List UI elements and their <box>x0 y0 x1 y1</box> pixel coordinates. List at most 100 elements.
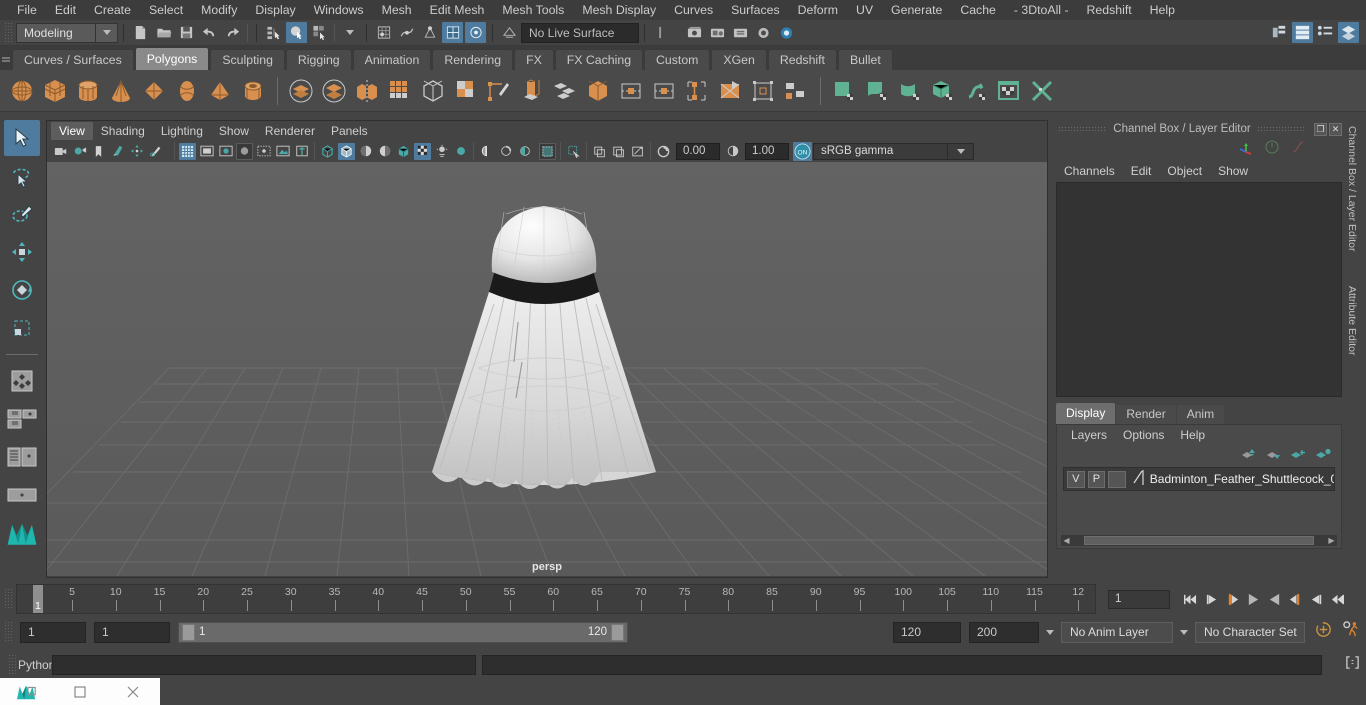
step-back-keyframe-icon[interactable] <box>1203 590 1220 609</box>
offset-edge-loop-icon[interactable] <box>747 74 778 108</box>
layer-display-type-toggle[interactable] <box>1108 470 1126 488</box>
character-set-field[interactable]: No Character Set <box>1195 621 1305 643</box>
save-scene-icon[interactable] <box>176 22 197 43</box>
anim-layer-field[interactable]: No Anim Layer <box>1061 621 1173 643</box>
shelf-tab-custom[interactable]: Custom <box>644 49 711 70</box>
render-current-frame-icon[interactable] <box>684 22 705 43</box>
anim-layer-chevron-icon[interactable] <box>1039 629 1061 635</box>
poly-sphere-icon[interactable] <box>6 74 37 108</box>
menu-generate[interactable]: Generate <box>882 0 951 20</box>
boolean-icon[interactable] <box>417 74 448 108</box>
bridge-icon[interactable] <box>516 74 547 108</box>
bookmark-icon[interactable] <box>90 143 107 160</box>
menu-curves[interactable]: Curves <box>665 0 722 20</box>
uv-texture-icon[interactable] <box>629 143 646 160</box>
new-scene-icon[interactable] <box>130 22 151 43</box>
menu-deform[interactable]: Deform <box>789 0 847 20</box>
uv-cut-icon[interactable] <box>1026 74 1057 108</box>
viewport-menu-shading[interactable]: Shading <box>93 122 153 140</box>
film-origin-icon[interactable] <box>255 143 272 160</box>
color-management-toggle-icon[interactable]: ON <box>793 141 812 161</box>
open-node-editor-icon[interactable] <box>1292 22 1313 43</box>
live-surface-field[interactable]: No Live Surface <box>521 22 639 43</box>
playback-start-time-field[interactable]: 1 <box>94 621 170 643</box>
auto-key-icon[interactable] <box>1314 620 1333 644</box>
character-set-chevron-icon[interactable] <box>1173 629 1195 635</box>
channel-menu-object[interactable]: Object <box>1159 164 1210 178</box>
hypershade-icon[interactable] <box>753 22 774 43</box>
range-slider-grip[interactable] <box>4 621 14 643</box>
animation-end-time-field[interactable]: 200 <box>969 621 1039 643</box>
xray-joints-2-icon[interactable] <box>610 143 627 160</box>
viewport-menu-panels[interactable]: Panels <box>323 122 376 140</box>
ipr-render-icon[interactable] <box>707 22 728 43</box>
script-editor-icon[interactable] <box>1345 655 1360 675</box>
snap-curve-icon[interactable] <box>396 22 417 43</box>
open-channel-box-icon[interactable] <box>1338 22 1359 43</box>
close-window-icon[interactable] <box>107 678 160 705</box>
shelf-tab-rendering[interactable]: Rendering <box>432 49 514 70</box>
viewport-menu-show[interactable]: Show <box>211 122 257 140</box>
select-camera-icon[interactable] <box>52 143 69 160</box>
viewport-menu-lighting[interactable]: Lighting <box>153 122 211 140</box>
menu-mesh-display[interactable]: Mesh Display <box>573 0 665 20</box>
channel-curve-icon[interactable] <box>1290 139 1306 160</box>
maya-logo-icon[interactable] <box>4 515 40 551</box>
shelf-tab-rigging[interactable]: Rigging <box>285 49 352 70</box>
component-menu-chevron-icon[interactable] <box>339 22 360 43</box>
two-d-pan-zoom-icon[interactable] <box>128 143 145 160</box>
step-forward-keyframe-icon[interactable] <box>1308 590 1325 609</box>
shelf-tab-bullet[interactable]: Bullet <box>837 49 893 70</box>
layer-visibility-toggle[interactable]: V <box>1067 470 1085 488</box>
menu-help[interactable]: Help <box>1141 0 1184 20</box>
shelf-tab-xgen[interactable]: XGen <box>711 49 767 70</box>
target-weld-icon[interactable] <box>648 74 679 108</box>
play-backwards-icon[interactable] <box>1245 590 1262 609</box>
playback-end-time-field[interactable]: 120 <box>893 621 961 643</box>
poly-plane-icon[interactable] <box>138 74 169 108</box>
bevel-icon[interactable] <box>483 74 514 108</box>
command-result-field[interactable] <box>482 655 1322 675</box>
menu-cache[interactable]: Cache <box>951 0 1005 20</box>
scroll-right-icon[interactable]: ▶ <box>1326 536 1337 545</box>
last-tool-icon[interactable] <box>4 363 40 399</box>
exposure-field[interactable]: 0.00 <box>676 142 720 160</box>
layout-single-perspective-icon[interactable] <box>4 401 40 437</box>
render-view-icon[interactable] <box>776 22 797 43</box>
shelf-tab-fx-caching[interactable]: FX Caching <box>554 49 644 70</box>
channel-menu-edit[interactable]: Edit <box>1123 164 1160 178</box>
mirror-icon[interactable] <box>351 74 382 108</box>
film-gate-icon[interactable] <box>198 143 215 160</box>
menu-3dtoall[interactable]: - 3DtoAll - <box>1005 0 1078 20</box>
make-live-icon[interactable] <box>499 22 520 43</box>
spherical-uv-icon[interactable] <box>927 74 958 108</box>
smooth-icon[interactable] <box>384 74 415 108</box>
rotate-tool-icon[interactable] <box>4 272 40 308</box>
viewport-3d-canvas[interactable]: z x y persp <box>47 162 1047 576</box>
layer-move-up-icon[interactable] <box>1240 447 1256 465</box>
menu-redshift[interactable]: Redshift <box>1078 0 1141 20</box>
range-slider-track[interactable]: 1 120 <box>178 621 628 643</box>
menu-uv[interactable]: UV <box>847 0 882 20</box>
layer-menu-help[interactable]: Help <box>1172 428 1213 442</box>
restore-window-icon[interactable] <box>53 678 106 705</box>
layer-horizontal-scrollbar[interactable]: ◀ ▶ <box>1061 535 1337 546</box>
render-settings-icon[interactable] <box>730 22 751 43</box>
menu-windows[interactable]: Windows <box>305 0 373 20</box>
gate-mask-icon[interactable] <box>236 142 253 160</box>
channel-speed-icon[interactable] <box>1264 139 1280 160</box>
undo-icon[interactable] <box>199 22 220 43</box>
go-to-start-icon[interactable] <box>1182 590 1199 609</box>
time-slider-grip[interactable] <box>4 588 14 610</box>
paint-select-tool-icon[interactable] <box>4 196 40 232</box>
isolate-select-icon[interactable] <box>539 142 556 160</box>
menu-create[interactable]: Create <box>85 0 140 20</box>
sidebar-collapse-icon[interactable] <box>651 22 672 43</box>
snap-point-icon[interactable] <box>419 22 440 43</box>
layer-move-down-icon[interactable] <box>1265 447 1281 465</box>
step-forward-frame-icon[interactable] <box>1287 590 1304 609</box>
layer-row[interactable]: V P Badminton_Feather_Shuttlecock_001 <box>1063 467 1335 491</box>
range-end-handle[interactable] <box>611 623 624 641</box>
snap-projected-icon[interactable] <box>442 22 463 43</box>
viewport-menu-view[interactable]: View <box>51 121 93 140</box>
